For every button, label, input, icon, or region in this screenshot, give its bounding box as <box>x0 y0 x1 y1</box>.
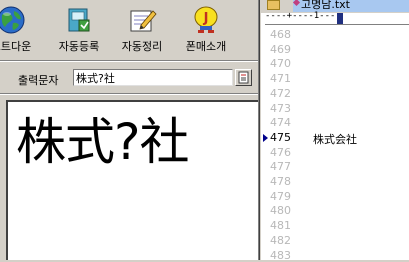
line-number: 482 <box>270 233 291 247</box>
register-icon <box>68 8 90 32</box>
output-copy-button[interactable] <box>235 69 252 86</box>
globe-icon <box>0 6 25 34</box>
line-number: 481 <box>270 219 291 233</box>
mascot-j-icon: J <box>194 6 218 33</box>
column-ruler: ----+----1---- <box>265 11 409 25</box>
font-intro-button[interactable]: J 폰매소개 <box>177 2 235 58</box>
line-number: 471 <box>270 72 291 86</box>
converter-panel: 트트다운 자동등록 자동정리 <box>0 0 258 260</box>
toolbar: 트트다운 자동등록 자동정리 <box>0 0 258 62</box>
folder-icon[interactable] <box>267 0 280 10</box>
line-number: 468 <box>270 28 291 41</box>
line-number: 469 <box>270 42 291 56</box>
line-number: 474 <box>270 116 291 130</box>
line-number: 472 <box>270 86 291 100</box>
auto-organize-button[interactable]: 자동정리 <box>113 2 171 58</box>
line-text[interactable]: 株式会社 <box>313 131 357 147</box>
output-divider <box>0 93 258 95</box>
ruler-marks: ----+----1---- <box>265 11 341 21</box>
line-number: 478 <box>270 175 291 188</box>
output-label: 출력문자 <box>18 74 59 87</box>
line-number: 470 <box>270 57 291 71</box>
line-number: 479 <box>270 189 291 203</box>
file-modified-icon <box>292 0 301 7</box>
editor-pane: 고명남.txt ----+----1---- 468 469 470 471 472 47… <box>261 0 409 262</box>
line-number: 480 <box>270 204 291 218</box>
line-number: 475 <box>270 130 291 144</box>
font-download-button[interactable]: 트트다운 <box>0 2 40 58</box>
preview-text: 株式?社 <box>16 113 190 171</box>
ruler-cursor-marker <box>337 13 343 24</box>
preview-area: 株式?社 <box>6 100 258 260</box>
svg-text:J: J <box>203 11 209 26</box>
toolbar-divider <box>0 60 258 62</box>
line-number: 473 <box>270 101 291 115</box>
auto-register-button[interactable]: 자동등록 <box>50 2 108 58</box>
output-text-field[interactable] <box>73 69 233 86</box>
line-number: 476 <box>270 145 291 159</box>
document-icon <box>238 71 249 84</box>
current-line-marker <box>263 133 268 142</box>
notepad-pencil-icon <box>130 10 157 32</box>
line-number: 477 <box>270 160 291 174</box>
